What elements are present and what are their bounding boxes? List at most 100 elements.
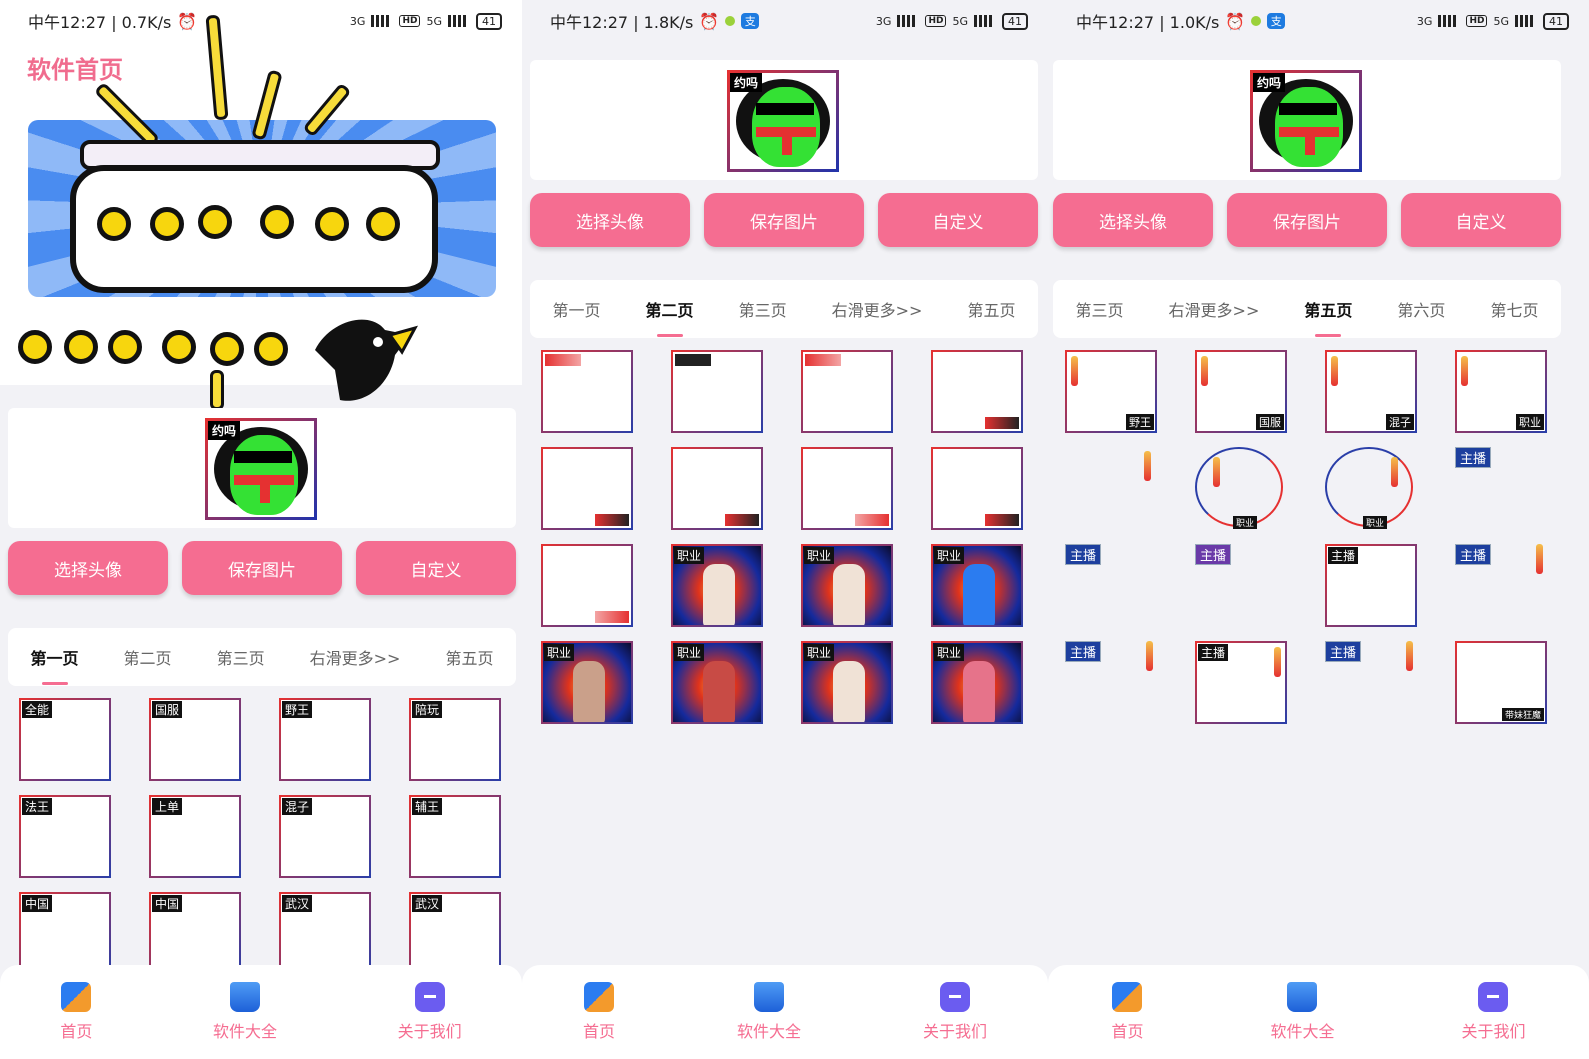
avatar-preview[interactable]: 约吗 (727, 70, 839, 172)
select-avatar-button[interactable]: 选择头像 (1053, 193, 1213, 247)
tab-page-7[interactable]: 第七页 (1490, 297, 1538, 321)
nav-software[interactable]: 软件大全 (737, 982, 801, 1042)
frame-item[interactable]: 主播 (1065, 641, 1157, 724)
frame-item[interactable] (671, 447, 763, 530)
frame-item[interactable] (801, 350, 893, 433)
torch-icon (1536, 544, 1543, 574)
frame-item[interactable] (1065, 447, 1157, 530)
host-badge: 主播 (1195, 544, 1232, 565)
frame-item[interactable] (541, 544, 633, 627)
frame-label: 混子 (282, 798, 313, 815)
frame-item[interactable]: 职业 (1325, 447, 1417, 530)
save-image-button[interactable]: 保存图片 (704, 193, 864, 247)
frame-item[interactable]: 主播 (1325, 641, 1417, 724)
frame-item[interactable]: 上单 (149, 795, 241, 878)
nav-about[interactable]: 关于我们 (923, 982, 987, 1042)
frame-item[interactable]: 武汉 (409, 892, 501, 975)
frame-photo-item[interactable]: 职业 (671, 544, 763, 627)
frame-item[interactable]: 主播 (1195, 544, 1287, 627)
tab-more[interactable]: 右滑更多>> (832, 297, 923, 321)
nav-about[interactable]: 关于我们 (398, 982, 462, 1042)
frame-item[interactable]: 主播 (1455, 447, 1547, 530)
avatar-preview[interactable]: 约吗 (205, 418, 317, 520)
frame-item[interactable]: 法王 (19, 795, 111, 878)
frame-item[interactable] (541, 447, 633, 530)
frame-label: 野王 (282, 701, 313, 718)
frame-label: 职业 (804, 644, 835, 661)
home-icon (61, 982, 92, 1012)
select-avatar-button[interactable]: 选择头像 (530, 193, 690, 247)
panel-home: 中午12:27 | 0.7K/s ⏰ 3G HD 5G 41 软件首页 约吗 选… (0, 0, 522, 1059)
frame-photo-item[interactable]: 职业 (931, 641, 1023, 724)
frame-item[interactable]: 职业 (1455, 350, 1547, 433)
tab-page-3[interactable]: 第三页 (739, 297, 787, 321)
frame-item[interactable]: 中国 (19, 892, 111, 975)
nav-software[interactable]: 软件大全 (1270, 982, 1335, 1042)
tab-page-3[interactable]: 第三页 (217, 645, 265, 669)
tab-page-2[interactable]: 第二页 (646, 297, 694, 337)
frame-item[interactable] (801, 447, 893, 530)
nav-home[interactable]: 首页 (60, 982, 92, 1042)
frame-photo-item[interactable]: 职业 (801, 544, 893, 627)
frame-item[interactable]: 野王 (1065, 350, 1157, 433)
frame-item[interactable]: 武汉 (279, 892, 371, 975)
frame-item[interactable]: 混子 (1325, 350, 1417, 433)
nav-software[interactable]: 软件大全 (213, 982, 277, 1042)
frame-item[interactable] (931, 447, 1023, 530)
frame-item[interactable]: 中国 (149, 892, 241, 975)
nav-home[interactable]: 首页 (1111, 982, 1144, 1042)
customize-button[interactable]: 自定义 (356, 541, 516, 595)
save-image-button[interactable]: 保存图片 (182, 541, 342, 595)
frame-item[interactable]: 混子 (279, 795, 371, 878)
nav-about[interactable]: 关于我们 (1461, 982, 1526, 1042)
frame-item[interactable]: 职业 (1195, 447, 1287, 530)
tab-page-6[interactable]: 第六页 (1397, 297, 1445, 321)
tab-more[interactable]: 右滑更多>> (1169, 297, 1260, 321)
tab-page-3[interactable]: 第三页 (1076, 297, 1124, 321)
frame-item[interactable]: 主播 (1325, 544, 1417, 627)
tab-page-5[interactable]: 第五页 (445, 645, 493, 669)
frame-grid: 野王 国服 混子 职业 职业 职业 主播 主播 主播 主播 主播 主播 主播 主… (1065, 350, 1547, 724)
sticker-dot (162, 330, 196, 364)
frame-photo-item[interactable]: 职业 (801, 641, 893, 724)
frame-item[interactable]: 陪玩 (409, 698, 501, 781)
frame-item[interactable]: 带妹狂魔 (1455, 641, 1547, 724)
customize-button[interactable]: 自定义 (1401, 193, 1561, 247)
tab-page-5[interactable]: 第五页 (967, 297, 1015, 321)
tab-page-5[interactable]: 第五页 (1304, 297, 1352, 337)
frame-photo-item[interactable]: 职业 (931, 544, 1023, 627)
save-image-button[interactable]: 保存图片 (1227, 193, 1387, 247)
frame-item[interactable]: 主播 (1065, 544, 1157, 627)
sticker-dot (260, 205, 294, 239)
nav-label: 软件大全 (1270, 1022, 1335, 1041)
frame-photo-item[interactable]: 职业 (541, 641, 633, 724)
tab-page-1[interactable]: 第一页 (31, 645, 79, 685)
select-avatar-button[interactable]: 选择头像 (8, 541, 168, 595)
frame-item[interactable] (541, 350, 633, 433)
frame-item[interactable]: 全能 (19, 698, 111, 781)
tab-page-1[interactable]: 第一页 (553, 297, 601, 321)
frame-item[interactable]: 主播 (1195, 641, 1287, 724)
frame-item[interactable]: 辅王 (409, 795, 501, 878)
frame-item[interactable]: 国服 (149, 698, 241, 781)
tab-more[interactable]: 右滑更多>> (310, 645, 401, 669)
frame-item[interactable] (671, 350, 763, 433)
torch-icon (1213, 457, 1220, 487)
tab-page-2[interactable]: 第二页 (124, 645, 172, 669)
character-figure (833, 661, 865, 722)
signal-3g-icon: 3G (1416, 14, 1433, 28)
signal-icon (974, 15, 996, 27)
frame-item[interactable]: 国服 (1195, 350, 1287, 433)
frame-photo-item[interactable]: 职业 (671, 641, 763, 724)
app-badge-icon: 支 (741, 13, 760, 29)
frame-item[interactable]: 野王 (279, 698, 371, 781)
page-tabs: 第一页 第二页 第三页 右滑更多>> 第五页 (8, 628, 516, 686)
character-figure (833, 564, 865, 625)
frame-label: 职业 (1232, 516, 1257, 529)
frame-item[interactable]: 主播 (1455, 544, 1547, 627)
frame-item[interactable] (931, 350, 1023, 433)
frame-label: 武汉 (412, 895, 443, 912)
avatar-preview[interactable]: 约吗 (1250, 70, 1362, 172)
customize-button[interactable]: 自定义 (878, 193, 1038, 247)
nav-home[interactable]: 首页 (583, 982, 615, 1042)
